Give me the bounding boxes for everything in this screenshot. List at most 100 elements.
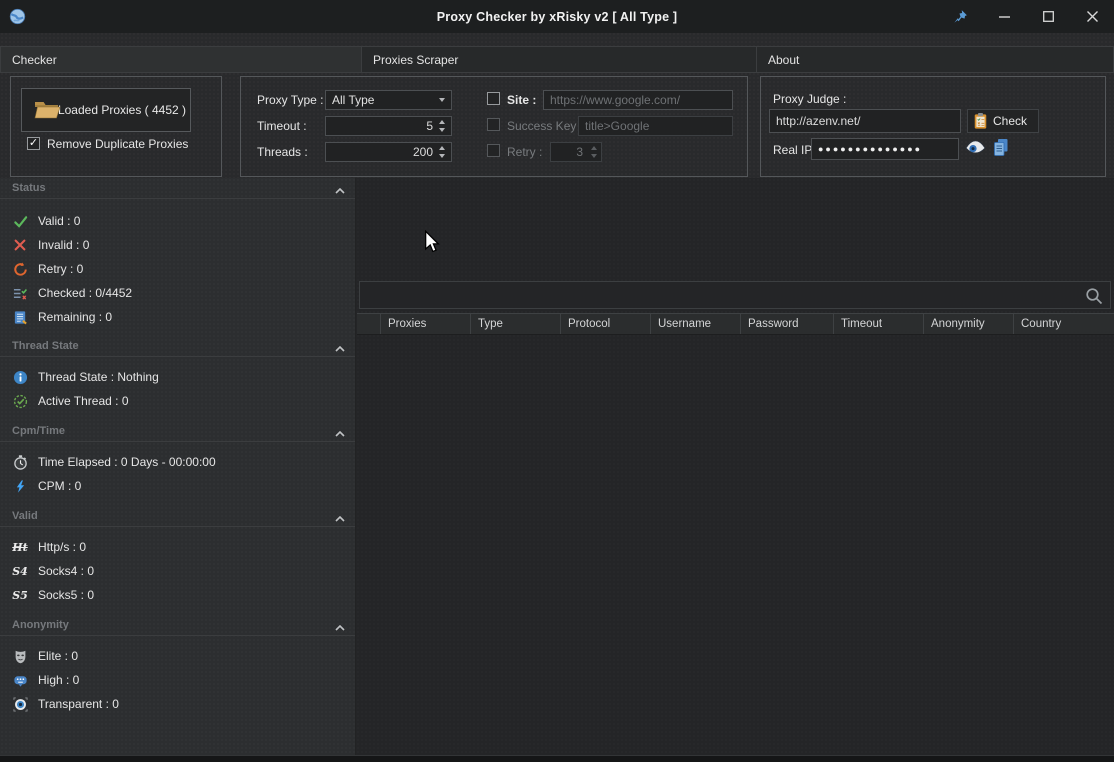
status-invalid-label: Invalid : 0 — [38, 238, 89, 252]
socks5-item: S5 Socks5 : 0 — [12, 586, 94, 604]
status-checked: Checked : 0/4452 — [12, 284, 132, 302]
retry-icon — [12, 261, 28, 277]
elite-item: Elite : 0 — [12, 647, 78, 665]
thread-state-label: Thread State : Nothing — [38, 370, 159, 384]
socks5-glyph-icon: S5 — [12, 587, 28, 603]
https-label: Http/s : 0 — [38, 540, 86, 554]
section-status: Status — [0, 178, 355, 199]
transparent-label: Transparent : 0 — [38, 697, 119, 711]
section-thread-state: Thread State — [0, 336, 355, 357]
column-protocol[interactable]: Protocol — [561, 314, 651, 334]
stopwatch-icon — [12, 454, 28, 470]
tab-checker[interactable]: Checker — [0, 46, 362, 73]
site-input[interactable] — [543, 90, 733, 110]
success-key-label: Success Key : — [507, 119, 583, 133]
check-icon — [12, 213, 28, 229]
column-type[interactable]: Type — [471, 314, 561, 334]
threads-input[interactable] — [325, 142, 452, 162]
column-proxies[interactable]: Proxies — [381, 314, 471, 334]
column-password[interactable]: Password — [741, 314, 834, 334]
tab-proxies-scraper-label: Proxies Scraper — [373, 53, 458, 67]
chevron-down-icon — [439, 98, 445, 102]
proxy-judge-label: Proxy Judge : — [773, 92, 846, 106]
column-username[interactable]: Username — [651, 314, 741, 334]
proxy-type-label: Proxy Type : — [257, 93, 323, 107]
elite-mask-icon — [12, 648, 28, 664]
lightning-icon — [12, 478, 28, 494]
section-thread-state-title: Thread State — [12, 340, 79, 352]
section-status-title: Status — [12, 182, 46, 194]
site-label: Site : — [507, 93, 536, 107]
column-anonymity[interactable]: Anonymity — [924, 314, 1014, 334]
status-valid: Valid : 0 — [12, 212, 80, 230]
search-box — [359, 281, 1111, 309]
retry-label: Retry : — [507, 145, 542, 159]
titlebar: Proxy Checker by xRisky v2 [ All Type ] — [0, 0, 1114, 33]
column-country[interactable]: Country — [1014, 314, 1114, 334]
proxy-type-dropdown[interactable]: All Type — [325, 90, 452, 110]
copy-ip-icon[interactable] — [993, 138, 1009, 162]
collapse-chevron-icon[interactable] — [335, 343, 345, 355]
status-retry: Retry : 0 — [12, 260, 83, 278]
timeout-input[interactable] — [325, 116, 452, 136]
judge-groupbox: Proxy Judge : Check Real IP : — [760, 76, 1106, 177]
search-input[interactable] — [360, 282, 1110, 308]
section-cpm-time: Cpm/Time — [0, 421, 355, 442]
loaded-proxies-button[interactable]: Loaded Proxies ( 4452 ) — [21, 88, 191, 132]
time-elapsed-label: Time Elapsed : 0 Days - 00:00:00 — [38, 455, 216, 469]
remaining-list-icon — [12, 309, 28, 325]
collapse-chevron-icon[interactable] — [335, 428, 345, 440]
remove-duplicates-label: Remove Duplicate Proxies — [47, 137, 188, 151]
transparent-eye-icon — [12, 696, 28, 712]
tab-about[interactable]: About — [756, 46, 1114, 73]
status-invalid: Invalid : 0 — [12, 236, 89, 254]
proxy-type-value: All Type — [332, 93, 374, 107]
retry-spinner[interactable] — [587, 143, 600, 161]
socks4-glyph-icon: S4 — [12, 563, 28, 579]
column-selector[interactable] — [357, 314, 381, 334]
retry-checkbox[interactable] — [487, 144, 500, 157]
thread-state-item: Thread State : Nothing — [12, 368, 159, 386]
high-mask-icon — [12, 672, 28, 688]
active-thread-label: Active Thread : 0 — [38, 394, 129, 408]
status-retry-label: Retry : 0 — [38, 262, 83, 276]
check-button[interactable]: Check — [967, 109, 1039, 133]
search-icon[interactable] — [1085, 287, 1103, 310]
settings-groupbox: Proxy Type : All Type Timeout : Threads … — [240, 76, 748, 177]
pin-on-top-icon[interactable] — [944, 0, 976, 33]
collapse-chevron-icon[interactable] — [335, 185, 345, 197]
https-item: Ht Http/s : 0 — [12, 538, 86, 556]
timeout-spinner[interactable] — [435, 117, 448, 135]
collapse-chevron-icon[interactable] — [335, 513, 345, 525]
socks5-label: Socks5 : 0 — [38, 588, 94, 602]
tab-proxies-scraper[interactable]: Proxies Scraper — [361, 46, 757, 73]
info-icon — [12, 369, 28, 385]
tab-checker-label: Checker — [12, 53, 57, 67]
proxy-judge-input[interactable] — [769, 109, 961, 133]
status-valid-label: Valid : 0 — [38, 214, 80, 228]
section-anonymity-title: Anonymity — [12, 619, 69, 631]
stats-sidebar: Status Valid : 0 Invalid : 0 Retry : 0 C… — [0, 178, 356, 755]
threads-spinner[interactable] — [435, 143, 448, 161]
clipboard-check-icon — [974, 113, 987, 130]
socks4-label: Socks4 : 0 — [38, 564, 94, 578]
site-checkbox[interactable] — [487, 92, 500, 105]
column-timeout[interactable]: Timeout — [834, 314, 924, 334]
success-key-input[interactable] — [578, 116, 733, 136]
checked-list-icon — [12, 285, 28, 301]
check-button-label: Check — [993, 114, 1027, 128]
threads-label: Threads : — [257, 145, 308, 159]
transparent-item: Transparent : 0 — [12, 695, 119, 713]
close-button[interactable] — [1076, 0, 1108, 33]
table-header: Proxies Type Protocol Username Password … — [357, 313, 1114, 335]
cpm-label: CPM : 0 — [38, 479, 81, 493]
minimize-button[interactable] — [988, 0, 1020, 33]
remove-duplicates-checkbox[interactable] — [27, 137, 40, 150]
maximize-button[interactable] — [1032, 0, 1064, 33]
real-ip-input[interactable] — [811, 138, 959, 160]
success-key-checkbox[interactable] — [487, 118, 500, 131]
show-ip-eye-icon[interactable] — [965, 140, 986, 160]
timeout-label: Timeout : — [257, 119, 307, 133]
high-label: High : 0 — [38, 673, 79, 687]
collapse-chevron-icon[interactable] — [335, 622, 345, 634]
